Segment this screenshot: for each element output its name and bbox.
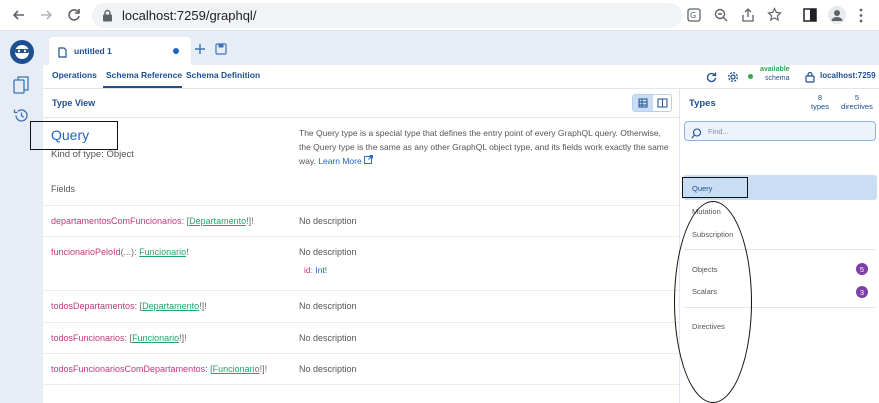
- zoom-icon[interactable]: [714, 8, 728, 27]
- banana-cake-pop-app: untitled 1 Operations Schema Reference S…: [0, 31, 879, 403]
- tab-schema-definition[interactable]: Schema Definition: [186, 70, 260, 80]
- field-name: todosFuncionarios: [51, 333, 125, 343]
- status-available: available: [760, 66, 790, 73]
- search-placeholder: Find...: [708, 127, 729, 136]
- split-view-button[interactable]: [653, 95, 672, 111]
- field-signature: departamentosComFuncionarios: [Departame…: [51, 216, 254, 226]
- type-header: Query Kind of type: Object Fields The Qu…: [30, 118, 679, 206]
- external-link-icon: [364, 155, 374, 164]
- field-name: todosDepartamentos: [51, 301, 135, 311]
- field-row: todosFuncionariosComDepartamentos: [Func…: [43, 354, 679, 385]
- status-dot: [748, 74, 753, 79]
- field-name: todosFuncionariosComDepartamentos: [51, 364, 206, 374]
- argument-name: id: [304, 265, 311, 275]
- svg-text:G: G: [690, 11, 696, 20]
- endpoint-lock-icon: [805, 70, 815, 88]
- field-type-link[interactable]: Departamento: [142, 301, 199, 311]
- translate-icon[interactable]: G: [687, 8, 701, 27]
- field-name: funcionarioPeloId: [51, 247, 121, 257]
- list-view-button[interactable]: [633, 95, 653, 111]
- types-panel-title: Types: [689, 98, 716, 109]
- forward-arrow-icon[interactable]: [35, 4, 57, 26]
- field-description: No description: [299, 301, 357, 311]
- sub-navigation: Operations Schema Reference Schema Defin…: [43, 65, 879, 89]
- scalars-count-badge: 3: [856, 286, 868, 298]
- document-tab-strip: untitled 1: [43, 31, 879, 65]
- argument-type[interactable]: Int!: [315, 265, 327, 275]
- reload-icon[interactable]: [63, 4, 85, 26]
- back-arrow-icon[interactable]: [8, 4, 30, 26]
- field-description: No description: [299, 364, 357, 374]
- objects-count-badge: 5: [856, 263, 868, 275]
- field-signature: todosFuncionarios: [Funcionario!]!: [51, 333, 187, 343]
- settings-gear-icon[interactable]: [727, 70, 739, 88]
- documents-icon[interactable]: [13, 76, 30, 99]
- active-tab-underline: [103, 86, 182, 88]
- fields-label: Fields: [51, 184, 76, 194]
- field-description: No description: [299, 216, 357, 226]
- refresh-schema-icon[interactable]: [705, 70, 717, 88]
- tab-operations[interactable]: Operations: [52, 70, 97, 80]
- type-name: Query: [51, 127, 90, 143]
- bookmark-star-icon[interactable]: [767, 7, 782, 27]
- annotation-ellipse: [674, 201, 752, 403]
- endpoint-url[interactable]: localhost:7259: [820, 71, 876, 80]
- side-panel-icon[interactable]: [803, 8, 817, 27]
- left-rail: [0, 31, 43, 403]
- field-type-link[interactable]: Departamento: [189, 216, 246, 226]
- share-icon[interactable]: [741, 8, 755, 27]
- field-description: No description: [299, 333, 357, 343]
- type-description: The Query type is a special type that de…: [299, 126, 669, 168]
- field-signature: todosDepartamentos: [Departamento!]!: [51, 301, 207, 311]
- tab-schema-reference[interactable]: Schema Reference: [106, 70, 182, 80]
- directives-count: 5 directives: [841, 93, 873, 111]
- field-argument: id: Int!: [304, 265, 328, 275]
- field-name: departamentosComFuncionarios: [51, 216, 182, 226]
- types-count: 8 types: [811, 93, 829, 111]
- document-icon: [58, 45, 67, 63]
- field-row: todosDepartamentos: [Departamento!]! No …: [43, 291, 679, 323]
- field-row: funcionarioPeloId(...): Funcionario! No …: [43, 237, 679, 291]
- status-schema: schema: [765, 75, 790, 82]
- browser-toolbar: localhost:7259/graphql/ G: [0, 0, 879, 31]
- view-mode-toggle: [632, 94, 672, 112]
- type-view-header: Type View: [43, 89, 679, 118]
- field-args-toggle[interactable]: (...): [121, 247, 135, 257]
- lock-icon[interactable]: [102, 9, 113, 27]
- field-row: todosFuncionarios: [Funcionario!]! No de…: [43, 323, 679, 354]
- new-tab-plus-icon[interactable]: [194, 42, 206, 60]
- field-type-link[interactable]: Funcionario: [132, 333, 179, 343]
- unsaved-dot: [173, 48, 179, 54]
- learn-more-link[interactable]: Learn More: [318, 155, 374, 166]
- field-row: departamentosComFuncionarios: [Departame…: [43, 206, 679, 237]
- type-item-query[interactable]: Query: [692, 184, 712, 193]
- url-text[interactable]: localhost:7259/graphql/: [122, 8, 256, 23]
- type-kind: Kind of type: Object: [51, 149, 134, 160]
- app-logo[interactable]: [10, 40, 34, 64]
- field-signature: funcionarioPeloId(...): Funcionario!: [51, 247, 189, 257]
- document-tab[interactable]: untitled 1: [49, 37, 191, 65]
- profile-avatar[interactable]: [828, 6, 846, 24]
- field-type-link[interactable]: Funcionario: [213, 364, 260, 374]
- types-search-box[interactable]: Find...: [684, 121, 876, 141]
- types-panel: Types 8 types 5 directives Find... Query…: [674, 89, 879, 403]
- history-icon[interactable]: [13, 107, 30, 129]
- tab-title: untitled 1: [74, 46, 112, 56]
- type-view-title: Type View: [52, 98, 96, 108]
- kebab-menu-icon[interactable]: [858, 8, 864, 28]
- field-type-link[interactable]: Funcionario: [139, 247, 186, 257]
- search-icon: [691, 126, 702, 144]
- field-description: No description: [299, 247, 357, 257]
- save-icon[interactable]: [215, 42, 227, 60]
- field-signature: todosFuncionariosComDepartamentos: [Func…: [51, 364, 268, 374]
